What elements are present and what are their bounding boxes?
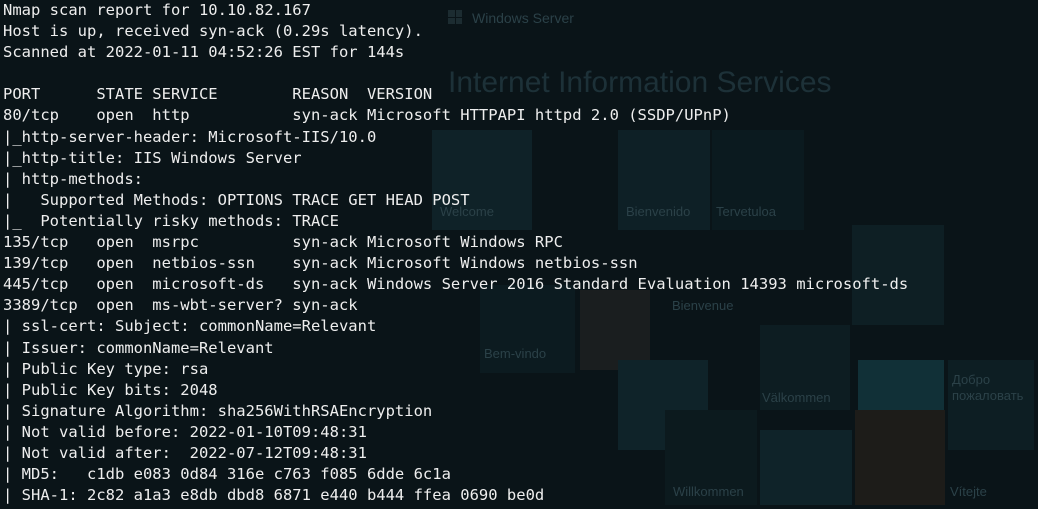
script-output-line: |_ Potentially risky methods: TRACE xyxy=(3,211,339,230)
port-row-139: 139/tcp open netbios-ssn syn-ack Microso… xyxy=(3,254,638,273)
port-row-445: 445/tcp open microsoft-ds syn-ack Window… xyxy=(3,275,909,294)
port-table-header: PORT STATE SERVICE REASON VERSION xyxy=(3,85,433,104)
terminal-output[interactable]: Nmap scan report for 10.10.82.167 Host i… xyxy=(3,0,908,506)
script-output-line: |_http-server-header: Microsoft-IIS/10.0 xyxy=(3,127,377,146)
scan-report-line: Nmap scan report for 10.10.82.167 xyxy=(3,1,311,19)
ssl-cert-line: | Public Key bits: 2048 xyxy=(3,380,218,399)
ssl-cert-line: | MD5: c1db e083 0d84 316e c763 f085 6dd… xyxy=(3,465,451,484)
ssl-cert-line: | ssl-cert: Subject: commonName=Relevant xyxy=(3,317,377,336)
scan-time-line: Scanned at 2022-01-11 04:52:26 EST for 1… xyxy=(3,43,405,62)
script-output-line: |_http-title: IIS Windows Server xyxy=(3,148,302,167)
ssl-cert-line: | Public Key type: rsa xyxy=(3,359,209,378)
script-output-line: | Supported Methods: OPTIONS TRACE GET H… xyxy=(3,190,470,209)
port-row-135: 135/tcp open msrpc syn-ack Microsoft Win… xyxy=(3,233,563,252)
ssl-cert-line: | SHA-1: 2c82 a1a3 e8db dbd8 6871 e440 b… xyxy=(3,486,545,505)
ssl-cert-line: | Issuer: commonName=Relevant xyxy=(3,338,274,357)
port-row-80: 80/tcp open http syn-ack Microsoft HTTPA… xyxy=(3,106,731,125)
host-status-line: Host is up, received syn-ack (0.29s late… xyxy=(3,22,423,41)
background-greeting: Vítejte xyxy=(950,484,987,499)
ssl-cert-line: | Signature Algorithm: sha256WithRSAEncr… xyxy=(3,401,433,420)
background-greeting: Добро пожаловать xyxy=(952,372,1024,403)
port-row-3389: 3389/tcp open ms-wbt-server? syn-ack xyxy=(3,296,358,315)
ssl-cert-line: | Not valid before: 2022-01-10T09:48:31 xyxy=(3,422,367,441)
ssl-cert-line: | Not valid after: 2022-07-12T09:48:31 xyxy=(3,443,367,462)
script-output-line: | http-methods: xyxy=(3,169,143,188)
